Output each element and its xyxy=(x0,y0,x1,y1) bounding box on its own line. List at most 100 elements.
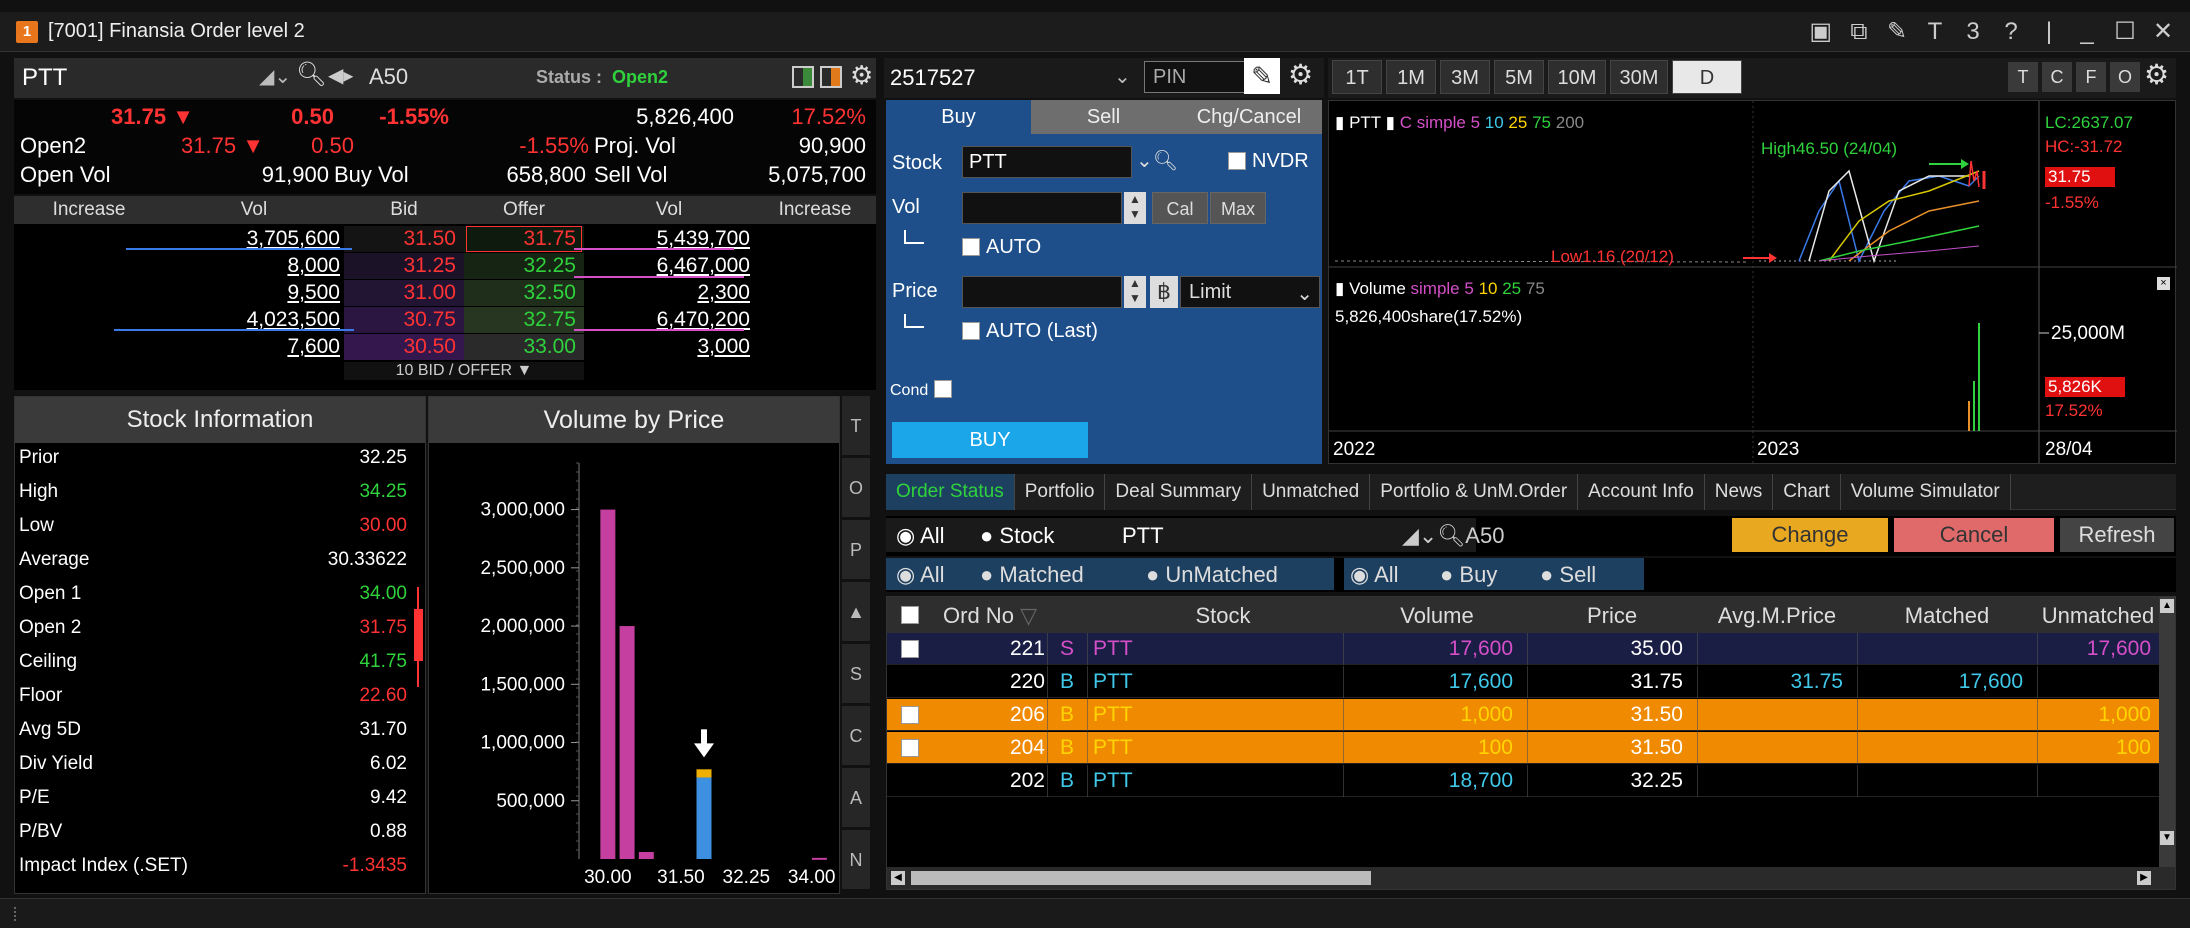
maximize-icon[interactable]: ☐ xyxy=(2114,17,2136,46)
main-tab[interactable]: Portfolio & UnM.Order xyxy=(1370,474,1579,510)
bid-price[interactable]: 31.00 xyxy=(344,281,456,305)
bid-volume[interactable]: 7,600 xyxy=(164,335,340,359)
side-tab[interactable]: P xyxy=(842,520,870,580)
stock-filter-input[interactable]: PTT xyxy=(1122,523,1164,549)
price-stepper[interactable]: ▲ ▼ xyxy=(1124,276,1146,308)
volume-close-icon[interactable]: × xyxy=(2157,277,2170,290)
stock-filter-search[interactable]: ◢⌄🔍︎A50 xyxy=(1402,523,1504,549)
main-tab[interactable]: Order Status xyxy=(886,474,1015,510)
radio-all-match[interactable]: ◉ All xyxy=(896,562,945,588)
gear-icon[interactable]: ⚙ xyxy=(850,60,873,91)
cal-button[interactable]: Cal xyxy=(1152,192,1208,224)
side-tab[interactable]: T xyxy=(842,396,870,456)
side-tab[interactable]: ▲ xyxy=(842,582,870,642)
nvdr-checkbox[interactable] xyxy=(1228,152,1246,170)
header-matched[interactable]: Matched xyxy=(1857,603,2037,629)
close-icon[interactable]: ✕ xyxy=(2152,17,2174,46)
offer-volume[interactable]: 2,300 xyxy=(584,281,750,305)
bid-offer-toggle[interactable]: 10 BID / OFFER ▼ xyxy=(344,362,584,380)
tab-chg-cancel[interactable]: Chg/Cancel xyxy=(1176,100,1322,134)
edit-icon[interactable]: ✎ xyxy=(1886,17,1908,46)
main-tab[interactable]: Portfolio xyxy=(1014,474,1106,510)
chart-option-button[interactable]: T xyxy=(2008,62,2038,92)
select-all-checkbox[interactable] xyxy=(901,606,919,624)
offer-price[interactable]: 32.25 xyxy=(464,254,576,278)
side-tab[interactable]: A xyxy=(842,768,870,828)
bid-price[interactable]: 31.25 xyxy=(344,254,456,278)
vol-input[interactable] xyxy=(962,192,1122,224)
header-unmatched[interactable]: Unmatched xyxy=(2037,603,2159,629)
header-avg-price[interactable]: Avg.M.Price xyxy=(1697,603,1857,629)
scroll-down-icon[interactable]: ▼ xyxy=(2160,831,2174,845)
offer-price[interactable]: 33.00 xyxy=(464,335,576,359)
symbol-dropdown-icon[interactable]: ◢⌄ xyxy=(259,64,291,89)
radio-all-stock[interactable]: ◉ All xyxy=(896,523,945,549)
vertical-scrollbar[interactable]: ▲ ▼ xyxy=(2159,597,2175,867)
search-icon[interactable]: 🔍︎ xyxy=(296,60,326,89)
symbol-input[interactable]: PTT xyxy=(22,64,67,92)
popout-icon[interactable]: ▣ xyxy=(1809,17,1832,46)
tab-sell[interactable]: Sell xyxy=(1031,100,1176,134)
table-row[interactable]: 206 B PTT 1,000 31.50 1,000 xyxy=(887,699,2159,731)
header-price[interactable]: Price xyxy=(1527,603,1697,629)
radio-sell[interactable]: ● Sell xyxy=(1540,562,1596,588)
chart-option-button[interactable]: O xyxy=(2110,62,2140,92)
period-tab[interactable]: 3M xyxy=(1440,60,1490,94)
layout-alt-icon[interactable] xyxy=(820,66,842,88)
side-tab[interactable]: S xyxy=(842,644,870,704)
account-select[interactable]: 2517527 xyxy=(890,65,976,91)
price-input[interactable] xyxy=(962,276,1122,308)
cancel-button[interactable]: Cancel xyxy=(1894,518,2054,552)
auto-vol-checkbox[interactable] xyxy=(962,238,980,256)
stock-search-icon[interactable]: ⌄🔍︎ xyxy=(1136,148,1178,173)
vol-stepper[interactable]: ▲ ▼ xyxy=(1124,192,1146,224)
period-tab[interactable]: D xyxy=(1672,60,1742,94)
buy-button[interactable]: BUY xyxy=(892,422,1088,458)
minimize-icon[interactable]: _ xyxy=(2076,18,2098,46)
bid-price[interactable]: 30.75 xyxy=(344,308,456,332)
scroll-left-icon[interactable]: ◀ xyxy=(891,871,905,885)
text-icon[interactable]: T xyxy=(1924,18,1946,46)
radio-stock[interactable]: ● Stock xyxy=(980,523,1054,549)
main-tab[interactable]: Deal Summary xyxy=(1105,474,1253,510)
period-tab[interactable]: 1T xyxy=(1332,60,1382,94)
duplicate-icon[interactable]: ⧉ xyxy=(1848,18,1870,46)
main-tab[interactable]: Unmatched xyxy=(1252,474,1371,510)
row-checkbox[interactable] xyxy=(901,739,919,757)
bid-volume[interactable]: 9,500 xyxy=(164,281,340,305)
offer-price[interactable]: 32.50 xyxy=(464,281,576,305)
offer-volume[interactable]: 6,467,000 xyxy=(584,254,750,278)
table-row[interactable]: 220 B PTT 17,600 31.75 31.75 17,600 xyxy=(887,666,2159,698)
radio-all-side[interactable]: ◉ All xyxy=(1350,562,1399,588)
table-row[interactable]: 204 B PTT 100 31.50 100 xyxy=(887,732,2159,764)
period-tab[interactable]: 1M xyxy=(1386,60,1436,94)
tab-buy[interactable]: Buy xyxy=(886,100,1031,134)
radio-matched[interactable]: ● Matched xyxy=(980,562,1084,588)
bid-price[interactable]: 30.50 xyxy=(344,335,456,359)
radio-unmatched[interactable]: ● UnMatched xyxy=(1146,562,1278,588)
radio-buy[interactable]: ● Buy xyxy=(1440,562,1497,588)
side-tab[interactable]: C xyxy=(842,706,870,766)
max-button[interactable]: Max xyxy=(1210,192,1266,224)
change-button[interactable]: Change xyxy=(1732,518,1888,552)
help-icon[interactable]: ? xyxy=(2000,18,2022,46)
period-tab[interactable]: 10M xyxy=(1548,60,1606,94)
main-tab[interactable]: Chart xyxy=(1773,474,1841,510)
main-tab[interactable]: News xyxy=(1704,474,1774,510)
period-tab[interactable]: 5M xyxy=(1494,60,1544,94)
period-tab[interactable]: 30M xyxy=(1610,60,1668,94)
header-stock[interactable]: Stock xyxy=(1103,603,1343,629)
layout-3-icon[interactable]: 3 xyxy=(1962,18,1984,46)
main-tab[interactable]: Account Info xyxy=(1578,474,1705,510)
offer-price[interactable]: 32.75 xyxy=(464,308,576,332)
row-checkbox[interactable] xyxy=(901,640,919,658)
market-select[interactable]: A50 xyxy=(369,64,408,90)
chevron-down-icon[interactable]: ⌄ xyxy=(1114,64,1131,89)
header-volume[interactable]: Volume xyxy=(1347,603,1527,629)
chart-gear-icon[interactable]: ⚙ xyxy=(2144,58,2169,91)
bid-price[interactable]: 31.50 xyxy=(344,227,456,251)
scroll-right-icon[interactable]: ▶ xyxy=(2137,871,2151,885)
speaker-icon[interactable]: ◀▸ xyxy=(328,63,353,88)
refresh-button[interactable]: Refresh xyxy=(2060,518,2174,552)
bid-volume[interactable]: 8,000 xyxy=(164,254,340,278)
